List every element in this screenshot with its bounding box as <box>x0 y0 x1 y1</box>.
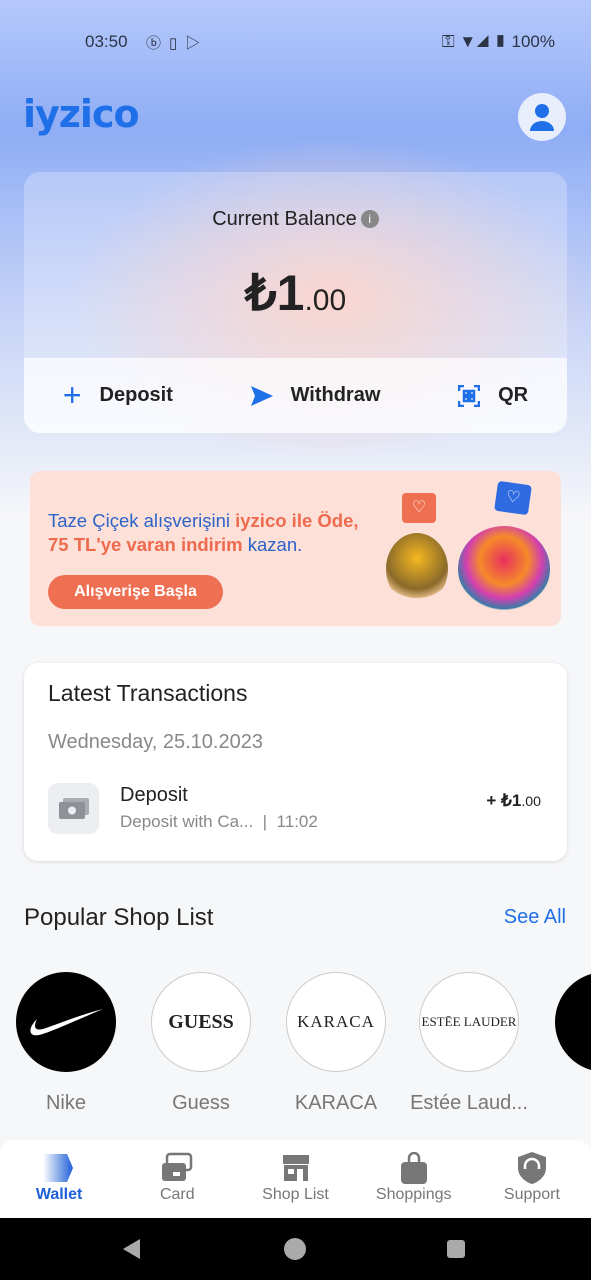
send-icon <box>250 385 273 406</box>
nav-shoppings[interactable]: Shoppings <box>355 1140 473 1218</box>
latest-transactions-card: Latest Transactions Wednesday, 25.10.202… <box>24 663 567 861</box>
plus-icon: + <box>62 377 82 413</box>
shop-name: KARACA <box>294 1092 378 1112</box>
balance-label: Current Balance i <box>24 208 567 231</box>
status-time: 03:50 <box>85 32 128 51</box>
shopping-bag-icon <box>355 1150 473 1186</box>
promo-banner[interactable]: Taze Çiçek alışverişini iyzico ile Öde, 7… <box>30 471 561 626</box>
deposit-label: Deposit <box>99 384 173 406</box>
transaction-time: 11:02 <box>276 812 318 831</box>
see-all-link[interactable]: See All <box>504 906 566 929</box>
battery-level: 100% <box>511 32 555 51</box>
withdraw-button[interactable]: Withdraw <box>250 384 381 407</box>
shop-name: Nike <box>45 1092 86 1112</box>
promo-text-3: 75 TL'ye varan indirim <box>48 534 243 555</box>
profile-button[interactable] <box>518 93 566 141</box>
estee-lauder-logo: ESTĒE LAUDER <box>419 972 519 1072</box>
nav-shop-list[interactable]: Shop List <box>236 1140 354 1218</box>
withdraw-label: Withdraw <box>290 384 381 406</box>
nav-label: Shoppings <box>375 1186 452 1203</box>
amount-main: + ₺1 <box>486 791 522 810</box>
shop-item-estee-lauder[interactable]: ESTĒE LAUDER Estée Laud... <box>409 972 529 1112</box>
transaction-subtitle: Deposit with Ca... | 11:02 <box>120 812 318 831</box>
support-headset-icon <box>473 1150 591 1186</box>
nav-label: Shop List <box>262 1186 329 1203</box>
info-icon[interactable]: i <box>360 210 379 228</box>
balance-card: Current Balance i ₺1.00 + Deposit Withdraw… <box>24 172 567 433</box>
sunflower-bouquet-image <box>386 533 448 605</box>
amount-decimal: .00 <box>521 794 541 810</box>
shop-carousel[interactable]: Nike GUESS Guess KARACA KARACA ESTĒE LAUDE… <box>0 972 591 1112</box>
system-nav-bar <box>0 1218 591 1280</box>
notification-icons: ⓑ▯▷ <box>146 35 209 52</box>
shop-item-karaca[interactable]: KARACA KARACA <box>276 972 396 1112</box>
flower-box-image <box>458 526 550 612</box>
promo-text-4: kazan. <box>242 534 303 555</box>
heart-bubble-icon: ♡ <box>402 493 436 523</box>
nav-label: Card <box>159 1186 195 1203</box>
deposit-button[interactable]: + Deposit <box>63 377 173 414</box>
shop-name: P <box>545 1092 591 1112</box>
user-icon <box>530 104 554 131</box>
promo-text: Taze Çiçek alışverişini iyzico ile Öde, 7… <box>48 509 359 557</box>
popular-shops-title: Popular Shop List <box>24 904 214 931</box>
transaction-desc: Deposit with Ca... <box>120 812 254 831</box>
status-right: ⚿ ▼◢ ▮ 100% <box>442 32 555 52</box>
promo-text-2: iyzico ile Öde, <box>235 510 359 531</box>
transaction-amount: + ₺1.00 <box>486 791 541 811</box>
card-icon <box>118 1150 236 1186</box>
qr-label: QR <box>498 384 529 406</box>
section-title: Latest Transactions <box>48 680 248 706</box>
promo-text-1: Taze Çiçek alışverişini <box>48 510 236 531</box>
nav-card[interactable]: Card <box>118 1140 236 1218</box>
shop-name: Estée Laud... <box>410 1092 528 1112</box>
heart-bubble-icon: ♡ <box>494 480 532 516</box>
amount-whole: 1 <box>276 265 305 321</box>
balance-label-text: Current Balance <box>212 208 357 230</box>
nav-label: Support <box>503 1186 560 1203</box>
amount-decimal: .00 <box>304 284 347 317</box>
nav-support[interactable]: Support <box>473 1140 591 1218</box>
shop-item-nike[interactable]: Nike <box>6 972 126 1112</box>
guess-logo: GUESS <box>151 972 251 1072</box>
back-button[interactable] <box>123 1239 140 1259</box>
store-icon <box>236 1150 354 1186</box>
home-button[interactable] <box>284 1238 306 1260</box>
start-shopping-button[interactable]: Alışverişe Başla <box>48 575 223 609</box>
bottom-nav: Wallet Card Shop List Shoppings Support <box>0 1140 591 1218</box>
status-bar: 03:50 ⓑ▯▷ ⚿ ▼◢ ▮ 100% <box>0 32 591 56</box>
shop-item-puma[interactable]: P <box>545 972 591 1112</box>
nike-logo <box>16 972 116 1072</box>
shop-item-guess[interactable]: GUESS Guess <box>141 972 261 1112</box>
transaction-date: Wednesday, 25.10.2023 <box>48 731 263 753</box>
nav-label: Wallet <box>35 1186 83 1203</box>
wallet-icon <box>0 1150 118 1186</box>
qr-button[interactable]: QR <box>458 384 528 407</box>
cash-icon <box>48 783 99 834</box>
currency: ₺ <box>244 265 277 321</box>
vpn-wifi-signal-battery-icons: ⚿ ▼◢ ▮ <box>441 32 507 51</box>
shop-name: Guess <box>172 1092 230 1112</box>
puma-logo <box>555 972 591 1072</box>
balance-actions: + Deposit Withdraw QR <box>24 358 567 433</box>
qr-icon <box>458 384 481 407</box>
nav-wallet[interactable]: Wallet <box>0 1140 118 1218</box>
recents-button[interactable] <box>447 1240 465 1258</box>
balance-amount: ₺1.00 <box>24 264 567 322</box>
karaca-logo: KARACA <box>286 972 386 1072</box>
transaction-title: Deposit <box>120 784 188 806</box>
iyzico-logo: iyzico <box>23 92 140 136</box>
